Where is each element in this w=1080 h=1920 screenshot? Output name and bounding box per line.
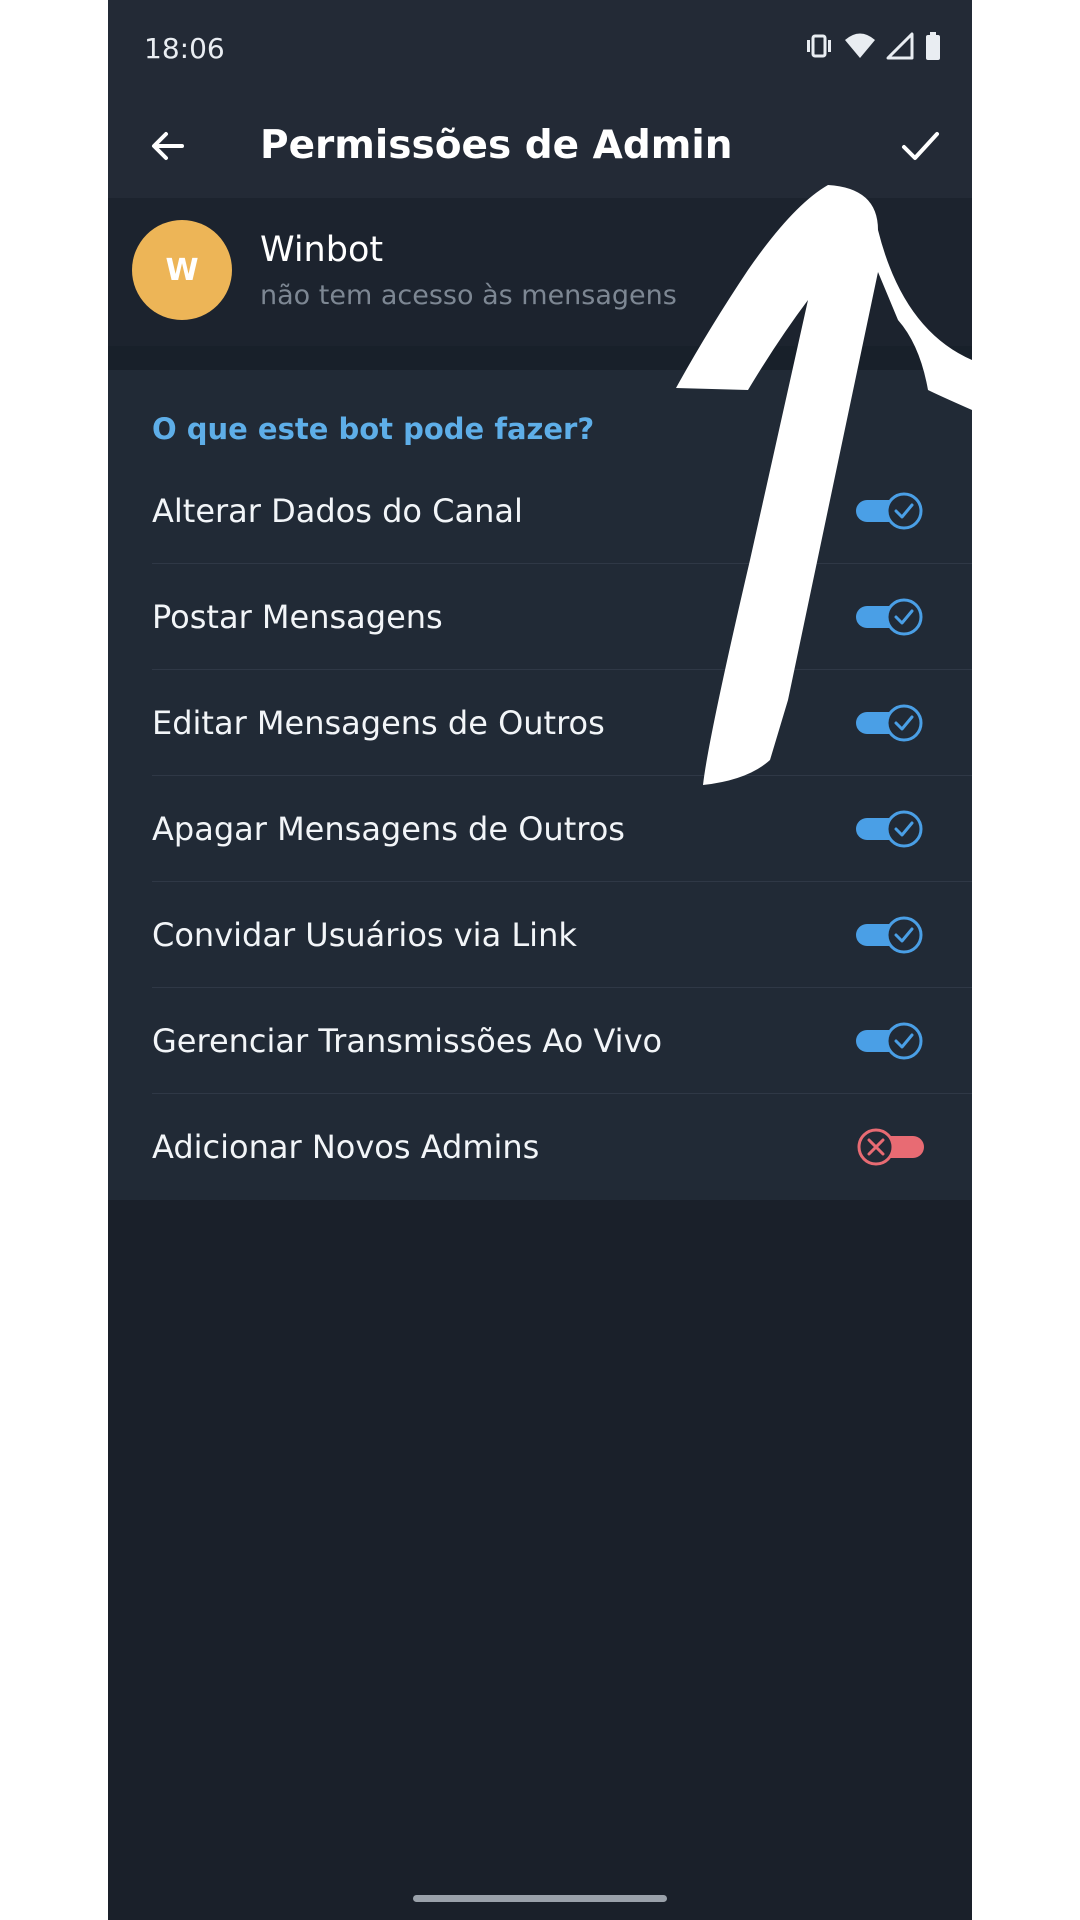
- permission-row[interactable]: Postar Mensagens: [108, 564, 972, 670]
- permission-toggle[interactable]: [854, 1126, 926, 1168]
- status-time: 18:06: [144, 32, 225, 65]
- bot-subtitle: não tem acesso às mensagens: [260, 280, 677, 311]
- section-separator: [108, 346, 972, 370]
- top-bar: 18:06 Permissões de Admin: [108, 0, 972, 198]
- permission-label: Convidar Usuários via Link: [152, 916, 577, 954]
- bot-profile: W Winbot não tem acesso às mensagens: [108, 198, 972, 346]
- avatar: W: [132, 220, 232, 320]
- permission-row[interactable]: Alterar Dados do Canal: [108, 458, 972, 564]
- status-icons: [804, 26, 942, 66]
- permission-toggle[interactable]: [854, 1020, 926, 1062]
- wifi-icon: [845, 33, 875, 58]
- status-bar: 18:06: [108, 0, 972, 94]
- arrow-left-icon: [152, 132, 184, 160]
- permission-label: Gerenciar Transmissões Ao Vivo: [152, 1022, 663, 1060]
- permission-row[interactable]: Apagar Mensagens de Outros: [108, 776, 972, 882]
- permission-row[interactable]: Gerenciar Transmissões Ao Vivo: [108, 988, 972, 1094]
- permission-label: Apagar Mensagens de Outros: [152, 810, 625, 848]
- vibrate-icon: [807, 34, 831, 58]
- save-button[interactable]: [890, 116, 950, 176]
- permissions-panel: O que este bot pode fazer? Alterar Dados…: [108, 370, 972, 1200]
- permission-label: Alterar Dados do Canal: [152, 492, 523, 530]
- phone-screen: 18:06 Permissões de Admin W Winbot não t…: [108, 0, 972, 1920]
- permission-row[interactable]: Adicionar Novos Admins: [108, 1094, 972, 1200]
- permission-row[interactable]: Convidar Usuários via Link: [108, 882, 972, 988]
- permission-row[interactable]: Editar Mensagens de Outros: [108, 670, 972, 776]
- app-bar: Permissões de Admin: [108, 94, 972, 198]
- permission-toggle[interactable]: [854, 490, 926, 532]
- back-button[interactable]: [138, 116, 198, 176]
- permission-toggle[interactable]: [854, 702, 926, 744]
- permission-label: Editar Mensagens de Outros: [152, 704, 605, 742]
- bot-name: Winbot: [260, 230, 384, 270]
- permission-label: Postar Mensagens: [152, 598, 443, 636]
- home-indicator[interactable]: [413, 1895, 667, 1902]
- check-icon: [902, 132, 939, 160]
- page-title: Permissões de Admin: [260, 123, 733, 168]
- permission-label: Adicionar Novos Admins: [152, 1128, 540, 1166]
- section-header: O que este bot pode fazer?: [152, 412, 595, 446]
- permission-toggle[interactable]: [854, 596, 926, 638]
- signal-icon: [886, 32, 914, 60]
- battery-icon: [926, 32, 940, 60]
- permission-toggle[interactable]: [854, 914, 926, 956]
- permission-toggle[interactable]: [854, 808, 926, 850]
